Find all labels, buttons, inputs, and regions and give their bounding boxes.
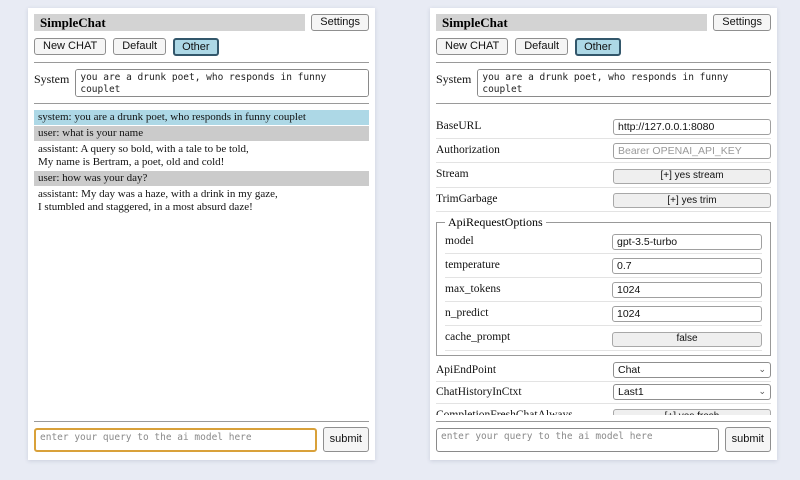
system-prompt-row: System you are a drunk poet, who respond… [436, 69, 771, 97]
setting-baseurl-input[interactable] [613, 119, 771, 135]
app-title: SimpleChat [34, 14, 305, 31]
session-button-default[interactable]: Default [113, 38, 166, 55]
chat-panel: SimpleChat Settings New CHAT Default Oth… [28, 8, 375, 460]
submit-button[interactable]: submit [323, 427, 369, 452]
settings-button[interactable]: Settings [713, 14, 771, 31]
query-row: submit [34, 427, 369, 452]
settings-rows-api: model temperature max_tokens n_predictcache… [445, 230, 762, 351]
session-button-other[interactable]: Other [575, 38, 621, 56]
setting-control: [+] yes fresh [613, 406, 771, 416]
system-label: System [34, 69, 69, 87]
header-row: SimpleChat Settings [34, 14, 369, 31]
setting-row-chathistoryinctxt: ChatHistoryInCtxt Last1 ⌄ [436, 382, 771, 404]
selected-option: Chat [618, 364, 640, 376]
divider [34, 421, 369, 422]
setting-max-tokens-input[interactable] [612, 282, 762, 298]
setting-label: TrimGarbage [436, 193, 498, 205]
session-button-other[interactable]: Other [173, 38, 219, 56]
system-prompt-input[interactable]: you are a drunk poet, who responds in fu… [75, 69, 369, 97]
setting-label: n_predict [445, 307, 488, 319]
api-request-options-fieldset: ApiRequestOptions model temperature max_to… [436, 215, 771, 356]
setting-row-completionfreshchatalways: CompletionFreshChatAlways [+] yes fresh [436, 404, 771, 416]
divider [34, 62, 369, 63]
setting-control [613, 117, 771, 135]
chat-message-assistant: assistant: A query so bold, with a tale … [34, 142, 369, 170]
system-prompt-row: System you are a drunk poet, who respond… [34, 69, 369, 97]
query-input[interactable] [436, 428, 719, 452]
setting-label: ChatHistoryInCtxt [436, 386, 522, 398]
setting-control [612, 280, 762, 298]
setting-control [612, 256, 762, 274]
chat-message-user: user: how was your day? [34, 171, 369, 186]
api-request-options-legend: ApiRequestOptions [445, 215, 546, 230]
setting-row-authorization: Authorization [436, 139, 771, 163]
setting-control: false [612, 328, 762, 347]
setting-label: model [445, 235, 474, 247]
setting-row-stream: Stream [+] yes stream [436, 163, 771, 188]
setting-cache-prompt-button[interactable]: false [612, 332, 762, 347]
system-label: System [436, 69, 471, 87]
chat-message-assistant: assistant: My day was a haze, with a dri… [34, 187, 369, 215]
settings-rows-top: BaseURL Authorization Stream [+] yes stream… [436, 115, 771, 212]
settings-panel: SimpleChat Settings New CHAT Default Oth… [430, 8, 777, 460]
setting-row-model: model [445, 230, 762, 254]
settings-rows-bottom: ApiEndPointChat⌄ChatHistoryInCtxtLast1⌄C… [436, 360, 771, 416]
setting-control: [+] yes trim [613, 190, 771, 209]
system-prompt-input[interactable]: you are a drunk poet, who responds in fu… [477, 69, 771, 97]
selected-option: Last1 [618, 386, 644, 398]
setting-row-apiendpoint: ApiEndPoint Chat ⌄ [436, 360, 771, 382]
setting-label: temperature [445, 259, 500, 271]
query-input[interactable] [34, 428, 317, 452]
setting-label: max_tokens [445, 283, 501, 295]
submit-button[interactable]: submit [725, 427, 771, 452]
setting-label: cache_prompt [445, 331, 510, 343]
setting-control [613, 141, 771, 159]
header-row: SimpleChat Settings [436, 14, 771, 31]
setting-stream-button[interactable]: [+] yes stream [613, 169, 771, 184]
setting-trimgarbage-button[interactable]: [+] yes trim [613, 193, 771, 208]
new-chat-button[interactable]: New CHAT [436, 38, 508, 55]
setting-row-baseurl: BaseURL [436, 115, 771, 139]
setting-row-temperature: temperature [445, 254, 762, 278]
setting-authorization-input[interactable] [613, 143, 771, 159]
session-row: New CHAT Default Other [34, 38, 369, 56]
setting-control [612, 304, 762, 322]
chat-history: system: you are a drunk poet, who respon… [34, 110, 369, 415]
setting-chathistoryinctxt-select[interactable]: Last1 ⌄ [613, 384, 771, 400]
setting-row-max-tokens: max_tokens [445, 278, 762, 302]
setting-model-input[interactable] [612, 234, 762, 250]
session-row: New CHAT Default Other [436, 38, 771, 56]
chevron-down-icon: ⌄ [758, 365, 766, 374]
divider [34, 103, 369, 104]
settings-list: BaseURL Authorization Stream [+] yes stream… [436, 115, 771, 415]
divider [436, 103, 771, 104]
setting-control: [+] yes stream [613, 165, 771, 184]
setting-completionfreshchatalways-button[interactable]: [+] yes fresh [613, 409, 771, 415]
chevron-down-icon: ⌄ [758, 387, 766, 396]
setting-temperature-input[interactable] [612, 258, 762, 274]
query-row: submit [436, 427, 771, 452]
setting-control: Chat ⌄ [613, 362, 771, 378]
setting-label: Stream [436, 168, 469, 180]
divider [436, 421, 771, 422]
divider [436, 62, 771, 63]
setting-label: ApiEndPoint [436, 364, 496, 376]
setting-label: Authorization [436, 144, 500, 156]
setting-control: Last1 ⌄ [613, 384, 771, 400]
chat-message-system: system: you are a drunk poet, who respon… [34, 110, 369, 125]
app-title: SimpleChat [436, 14, 707, 31]
new-chat-button[interactable]: New CHAT [34, 38, 106, 55]
setting-apiendpoint-select[interactable]: Chat ⌄ [613, 362, 771, 378]
setting-control [612, 232, 762, 250]
setting-label: BaseURL [436, 120, 481, 132]
chat-message-user: user: what is your name [34, 126, 369, 141]
setting-label: CompletionFreshChatAlways [436, 409, 573, 415]
session-button-default[interactable]: Default [515, 38, 568, 55]
setting-row-cache-prompt: cache_prompt false [445, 326, 762, 351]
setting-row-trimgarbage: TrimGarbage [+] yes trim [436, 188, 771, 213]
setting-row-n-predict: n_predict [445, 302, 762, 326]
settings-button[interactable]: Settings [311, 14, 369, 31]
setting-n-predict-input[interactable] [612, 306, 762, 322]
